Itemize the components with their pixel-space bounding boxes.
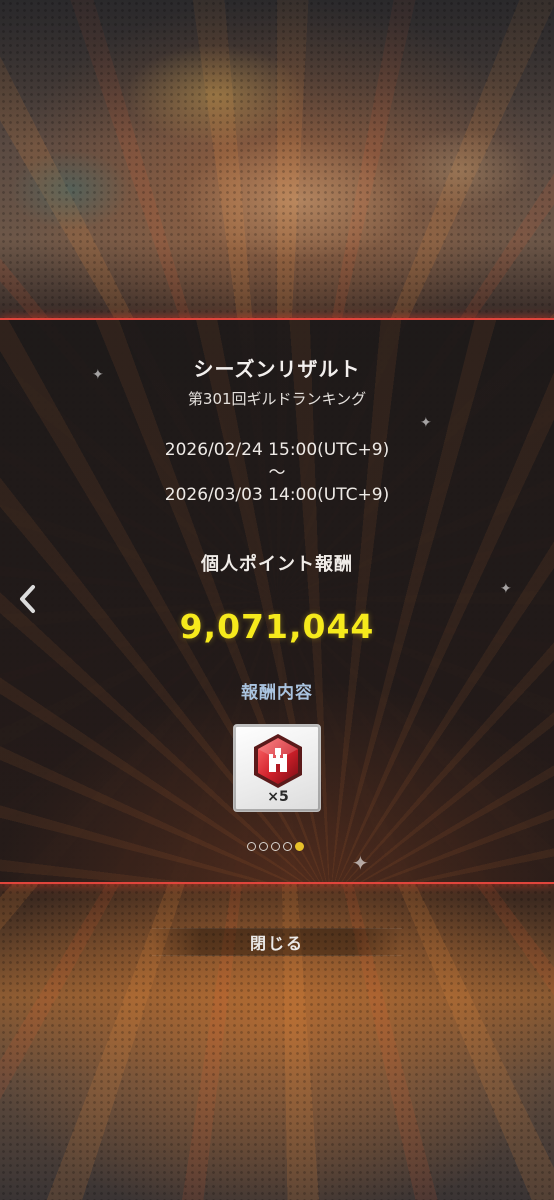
reward-quantity: ×5 — [267, 789, 289, 805]
period-start: 2026/02/24 15:00(UTC+9) — [164, 440, 390, 460]
period-separator: 〜 — [268, 463, 286, 483]
page-dot[interactable] — [247, 842, 256, 851]
dialog-title: シーズンリザルト — [193, 357, 361, 381]
season-result-screen: ✦ ✦ ✦ ✦ シーズンリザルト 第301回ギルドランキング 2026/02/2… — [0, 0, 554, 1200]
reward-item-slot[interactable]: ×5 — [233, 724, 321, 812]
sparkle-icon: ✦ — [500, 581, 512, 597]
page-dot[interactable] — [259, 842, 268, 851]
ranking-name: 第301回ギルドランキング — [187, 390, 367, 408]
sparkle-icon: ✦ — [420, 415, 432, 431]
page-dot[interactable] — [283, 842, 292, 851]
page-dot-active[interactable] — [295, 842, 304, 851]
chevron-left-icon — [20, 585, 35, 613]
page-dot[interactable] — [271, 842, 280, 851]
personal-points-value: 9,071,044 — [179, 607, 375, 646]
season-result-dialog: ✦ ✦ ✦ ✦ シーズンリザルト 第301回ギルドランキング 2026/02/2… — [0, 318, 554, 884]
guild-castle-gem-icon — [254, 734, 302, 788]
period-end: 2026/03/03 14:00(UTC+9) — [164, 485, 390, 505]
page-indicator — [247, 842, 304, 854]
close-button[interactable]: 閉じる — [152, 928, 402, 956]
season-period: 2026/02/24 15:00(UTC+9) 〜 2026/03/03 14:… — [0, 438, 554, 508]
previous-page-button[interactable] — [14, 582, 40, 616]
reward-category-label: 個人ポイント報酬 — [201, 554, 353, 575]
reward-contents-label: 報酬内容 — [241, 683, 313, 703]
sparkle-icon: ✦ — [352, 851, 369, 875]
